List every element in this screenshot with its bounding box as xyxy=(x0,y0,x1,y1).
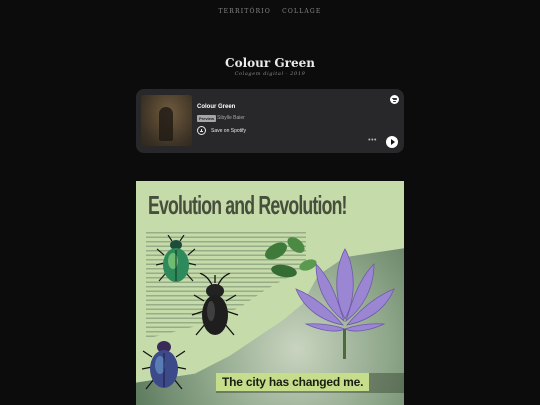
spotify-embed: Colour Green Preview Sibylle Baier Save … xyxy=(136,89,404,153)
album-figure xyxy=(159,107,173,141)
save-label: Save on Spotify xyxy=(211,127,247,134)
top-nav: TERRITÓRIO COLLAGE xyxy=(0,8,540,15)
track-title[interactable]: Colour Green xyxy=(197,104,235,110)
album-cover[interactable] xyxy=(141,95,192,146)
save-on-spotify-button[interactable]: Save on Spotify xyxy=(197,126,246,135)
page-title: Colour Green xyxy=(225,56,315,70)
lotus-flower xyxy=(295,248,395,359)
artist-name[interactable]: Sibylle Baier xyxy=(217,115,245,121)
nav-link-collage[interactable]: COLLAGE xyxy=(282,8,321,15)
play-button[interactable] xyxy=(386,136,398,148)
collage-caption: The city has changed me. xyxy=(216,373,370,391)
collage-headline: Evolution and Revolution! xyxy=(148,190,347,220)
more-options-button[interactable]: ••• xyxy=(368,137,377,144)
preview-badge: Preview xyxy=(197,115,217,122)
collage-image: Evolution and Revolution! The city has c… xyxy=(136,181,404,405)
beetle-small-icon xyxy=(142,341,186,390)
add-circle-icon xyxy=(197,126,206,135)
rhino-beetle-icon xyxy=(191,273,239,336)
page-subtitle: Colagem digital · 2019 xyxy=(234,71,306,77)
spotify-icon[interactable] xyxy=(390,95,399,104)
nav-link-territorio[interactable]: TERRITÓRIO xyxy=(218,8,271,15)
